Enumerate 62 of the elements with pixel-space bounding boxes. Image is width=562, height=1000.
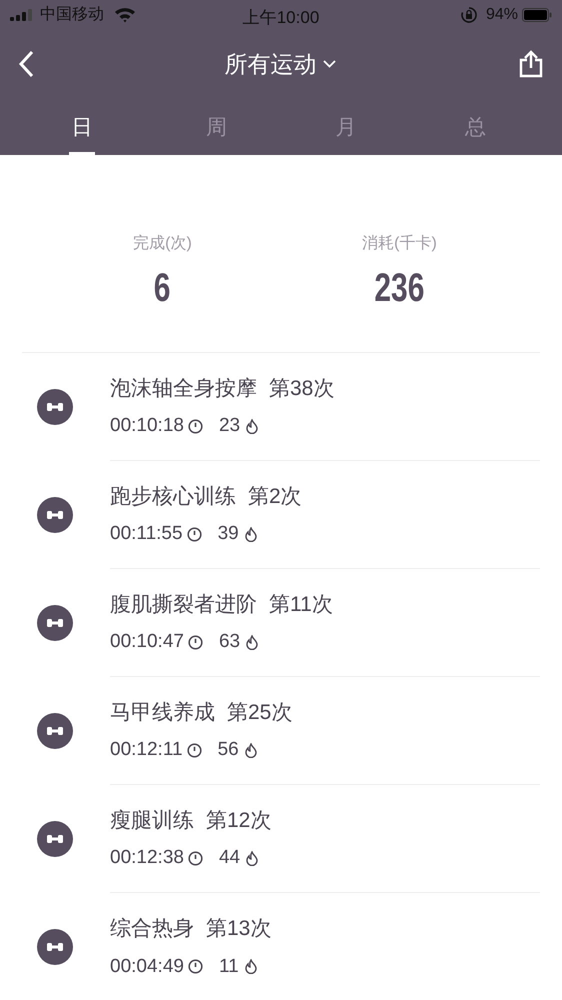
workout-duration: 00:10:18 — [110, 414, 184, 438]
workout-calories: 56 — [218, 738, 239, 762]
workout-count: 第2次 — [248, 484, 302, 510]
workout-name: 综合热身 — [110, 916, 194, 942]
workout-duration: 00:04:49 — [110, 954, 184, 978]
battery-icon — [522, 8, 552, 22]
clock-icon — [188, 850, 203, 866]
clock-icon — [188, 634, 203, 650]
title-dropdown[interactable]: 所有运动 — [224, 46, 336, 82]
carrier-name: 中国移动 — [40, 4, 104, 25]
clock-icon — [186, 742, 202, 758]
clock-icon — [188, 959, 203, 974]
workout-name: 马甲线养成 — [110, 700, 215, 726]
workout-name: 腹肌撕裂者进阶 — [110, 592, 257, 618]
stat-label: 消耗(千卡) — [362, 234, 437, 254]
clock-icon — [188, 418, 203, 434]
dumbbell-icon — [37, 605, 73, 641]
share-button[interactable] — [518, 49, 544, 79]
workout-name: 跑步核心训练 — [110, 484, 236, 510]
nav-title: 所有运动 — [224, 50, 316, 79]
flame-icon — [244, 742, 258, 758]
workout-name: 瘦腿训练 — [110, 808, 194, 834]
stat-label: 完成(次) — [133, 234, 192, 254]
dumbbell-icon — [37, 389, 73, 425]
workout-count: 第25次 — [227, 700, 292, 726]
stat-value: 6 — [154, 268, 171, 308]
workout-calories: 23 — [218, 414, 240, 438]
share-icon — [519, 50, 543, 78]
wifi-icon — [114, 7, 136, 23]
stat-value: 236 — [374, 268, 425, 308]
flame-icon — [245, 850, 260, 866]
clock-icon — [186, 526, 202, 542]
workout-calories: 11 — [218, 954, 239, 978]
back-icon — [18, 50, 34, 78]
workout-name: 泡沫轴全身按摩 — [110, 376, 257, 402]
workout-calories: 63 — [218, 630, 240, 654]
workout-count: 第12次 — [206, 808, 272, 834]
rotation-lock-icon — [460, 6, 478, 24]
workout-count: 第38次 — [269, 376, 334, 402]
dumbbell-icon — [37, 713, 73, 749]
flame-icon — [244, 526, 258, 542]
flame-icon — [245, 634, 260, 650]
flame-icon — [245, 418, 260, 434]
workout-duration: 00:11:55 — [110, 522, 183, 546]
chevron-down-icon — [322, 60, 336, 68]
period-tab[interactable]: 月 — [332, 98, 359, 155]
flame-icon — [244, 959, 258, 974]
battery-percent: 94% — [486, 5, 518, 25]
workout-duration: 00:12:38 — [110, 846, 184, 870]
dumbbell-icon — [37, 821, 73, 857]
period-tab[interactable]: 总 — [462, 98, 488, 155]
workout-calories: 44 — [218, 846, 240, 870]
workout-calories: 39 — [218, 522, 239, 546]
status-time: 上午10:00 — [242, 7, 320, 29]
period-tab[interactable]: 日 — [68, 98, 95, 155]
dumbbell-icon — [37, 497, 73, 533]
workout-duration: 00:12:11 — [110, 738, 183, 762]
workout-count: 第11次 — [269, 592, 333, 618]
period-tab[interactable]: 周 — [203, 98, 230, 155]
workout-duration: 00:10:47 — [110, 630, 184, 654]
dumbbell-icon — [37, 929, 73, 965]
workout-count: 第13次 — [206, 916, 272, 942]
